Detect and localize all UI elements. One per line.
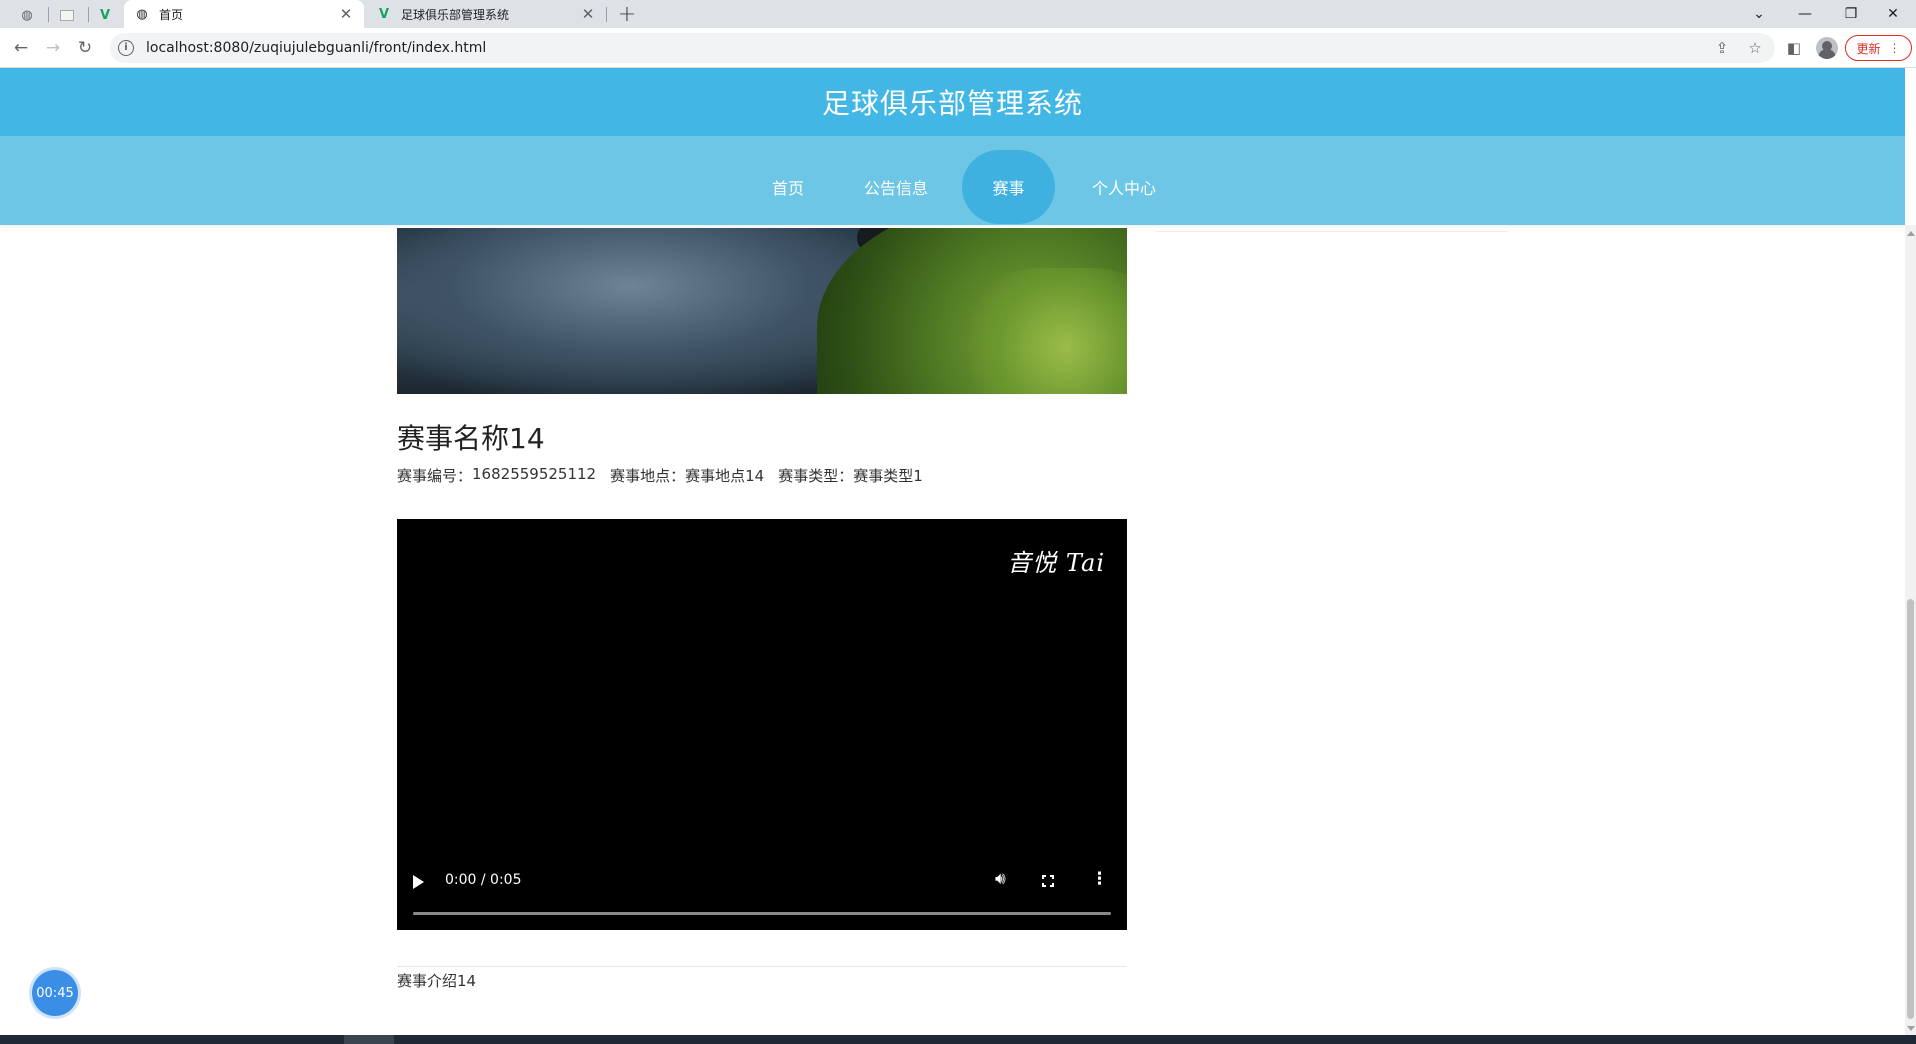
share-icon[interactable]: ⇪	[1710, 36, 1734, 60]
back-icon[interactable]: ←	[9, 36, 33, 60]
browser-toolbar: ← → ↻ i localhost:8080/zuqiujulebguanli/…	[0, 28, 1916, 68]
restore-button[interactable]: ❐	[1828, 0, 1874, 28]
pinned-tab-vue-icon[interactable]: V	[90, 4, 120, 26]
close-tab-icon[interactable]: ✕	[580, 5, 596, 23]
side-panel-icon[interactable]: ◧	[1782, 36, 1806, 60]
match-meta: 赛事编号： 1682559525112 赛事地点： 赛事地点14 赛事类型： 赛…	[397, 465, 923, 486]
recording-timer-badge[interactable]: 00:45	[32, 970, 78, 1016]
match-cover-image	[397, 228, 1127, 394]
intro-divider	[397, 966, 1127, 967]
pinned-tab-globe-icon[interactable]: ◍	[12, 4, 42, 26]
kebab-menu-icon: ⋮	[1888, 41, 1901, 55]
volume-icon[interactable]: 🔊︎	[995, 869, 1006, 889]
nav-item-profile[interactable]: 个人中心	[1082, 150, 1166, 224]
scrollbar-thumb[interactable]	[1907, 599, 1914, 1019]
video-progress-bar[interactable]	[413, 912, 1111, 915]
meta-label-location: 赛事地点：	[610, 467, 686, 485]
forward-icon[interactable]: →	[41, 36, 65, 60]
play-icon[interactable]	[413, 875, 424, 889]
meta-label-type: 赛事类型：	[778, 467, 854, 485]
meta-value-location: 赛事地点14	[685, 467, 765, 485]
close-window-button[interactable]: ✕	[1870, 0, 1916, 28]
match-video-player[interactable]: 音悦 Tai 0:00 / 0:05 🔊︎ ⋮	[397, 519, 1127, 930]
tab-title: 足球俱乐部管理系统	[401, 7, 510, 22]
os-taskbar	[0, 1035, 1916, 1044]
match-intro: 赛事介绍14	[397, 972, 477, 990]
page-scrollbar[interactable]	[1905, 225, 1916, 1035]
scroll-up-arrow-icon[interactable]	[1907, 231, 1915, 236]
reload-icon[interactable]: ↻	[73, 36, 97, 60]
close-tab-icon[interactable]: ✕	[338, 5, 354, 23]
bookmark-star-icon[interactable]: ☆	[1743, 36, 1767, 60]
browser-tab-bar: ◍ V ◍ 首页 ✕ V 足球俱乐部管理系统 ✕ + ⌄ — ❐ ✕	[0, 0, 1916, 28]
site-info-icon[interactable]: i	[118, 40, 134, 56]
nav-item-home[interactable]: 首页	[758, 150, 818, 224]
site-header: 足球俱乐部管理系统	[0, 68, 1905, 136]
update-button[interactable]: 更新 ⋮	[1845, 35, 1912, 61]
main-nav: 首页 公告信息 赛事 个人中心	[0, 136, 1905, 225]
pinned-tab-page-icon[interactable]	[52, 4, 82, 26]
minimize-button[interactable]: —	[1782, 0, 1828, 28]
tab-club-system[interactable]: V 足球俱乐部管理系统 ✕	[366, 0, 606, 28]
meta-value-number: 1682559525112	[472, 465, 597, 483]
tab-separator	[88, 7, 89, 22]
update-label: 更新	[1856, 41, 1881, 56]
video-time: 0:00 / 0:05	[445, 872, 522, 888]
tab-title: 首页	[159, 7, 184, 22]
tab-home[interactable]: ◍ 首页 ✕	[124, 0, 364, 28]
profile-avatar[interactable]	[1816, 37, 1838, 59]
nav-item-matches[interactable]: 赛事	[962, 150, 1055, 224]
globe-icon: ◍	[136, 6, 148, 22]
sidebar-divider	[1155, 231, 1508, 232]
tab-separator	[48, 7, 49, 22]
tab-separator	[606, 7, 607, 22]
tab-search-icon[interactable]: ⌄	[1736, 0, 1782, 28]
match-name: 赛事名称14	[397, 422, 545, 455]
taskbar-active-app[interactable]	[344, 1035, 394, 1044]
match-detail: 赛事名称14 赛事编号： 1682559525112 赛事地点： 赛事地点14 …	[0, 225, 1905, 1035]
nav-item-notices[interactable]: 公告信息	[854, 150, 938, 224]
more-options-icon[interactable]: ⋮	[1091, 869, 1108, 889]
video-controls: 0:00 / 0:05 🔊︎ ⋮	[397, 860, 1127, 930]
scroll-down-arrow-icon[interactable]	[1907, 1026, 1915, 1031]
fullscreen-icon[interactable]	[1041, 874, 1055, 888]
meta-label-number: 赛事编号：	[397, 467, 473, 485]
meta-value-type: 赛事类型1	[853, 467, 923, 485]
vue-icon: V	[378, 6, 390, 22]
site-title: 足球俱乐部管理系统	[821, 87, 1083, 120]
video-watermark: 音悦 Tai	[1007, 549, 1105, 577]
address-bar[interactable]: i localhost:8080/zuqiujulebguanli/front/…	[110, 33, 1775, 63]
url-text: localhost:8080/zuqiujulebguanli/front/in…	[146, 40, 487, 56]
new-tab-button[interactable]: +	[615, 2, 639, 27]
